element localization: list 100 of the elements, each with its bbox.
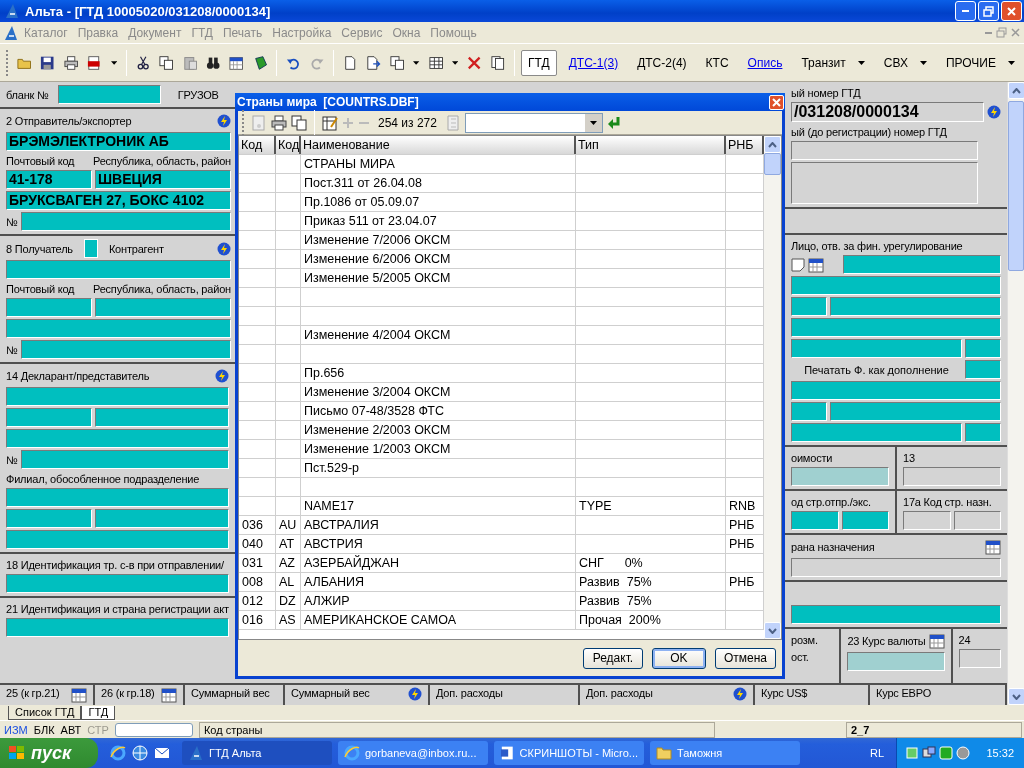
caret-icon[interactable] (110, 60, 117, 65)
column-header[interactable]: Код (276, 136, 301, 154)
input-field[interactable] (791, 467, 889, 486)
export-icon[interactable] (366, 54, 381, 71)
copy-icon[interactable] (291, 114, 307, 131)
copy-icon[interactable] (389, 54, 405, 71)
table-cell[interactable]: 016 (239, 611, 276, 629)
restore-button[interactable] (978, 1, 999, 21)
input-field[interactable] (791, 339, 962, 358)
table-cell[interactable]: Пр.656 (301, 364, 576, 382)
table-cell[interactable]: AZ (276, 554, 301, 572)
input-field[interactable] (791, 297, 827, 316)
input-field[interactable] (95, 298, 231, 317)
table-icon[interactable] (428, 54, 443, 71)
table-cell[interactable]: Пост.311 от 26.04.08 (301, 174, 576, 192)
input-field[interactable] (791, 423, 962, 442)
start-button[interactable]: пуск (0, 738, 98, 768)
sheet-tab[interactable]: Список ГТД (8, 706, 82, 720)
link[interactable]: Опись (740, 49, 790, 76)
column-header[interactable]: Код (239, 136, 276, 154)
dialog-button[interactable]: Редакт. (582, 647, 643, 669)
table-cell[interactable]: АМЕРИКАНСКОЕ САМОА (301, 611, 576, 629)
table-edit-icon[interactable] (322, 114, 338, 131)
input-field[interactable]: 41-178 (6, 170, 92, 189)
delete-icon[interactable] (467, 54, 482, 71)
note-icon[interactable] (791, 257, 805, 272)
input-field[interactable] (57, 85, 161, 104)
minimize-button[interactable] (955, 1, 976, 21)
table-cell[interactable]: Изменение 5/2005 ОКСМ (301, 269, 576, 287)
input-field[interactable] (903, 511, 951, 530)
browser-icon[interactable] (110, 745, 126, 761)
table-cell[interactable]: АЛБАНИЯ (301, 573, 576, 591)
input-field[interactable] (903, 467, 1001, 486)
tray-icon[interactable] (956, 746, 970, 760)
table-cell[interactable]: AT (276, 535, 301, 553)
cut-icon[interactable] (135, 54, 151, 71)
input-field[interactable] (114, 722, 193, 737)
input-field[interactable] (20, 212, 231, 231)
calendar-icon[interactable] (71, 687, 87, 703)
table-cell[interactable]: Изменение 7/2006 ОКСМ (301, 231, 576, 249)
input-field[interactable]: ШВЕЦИЯ (95, 170, 231, 189)
table-cell[interactable]: АЛЖИР (301, 592, 576, 610)
table-cell[interactable]: АВСТРИЯ (301, 535, 576, 553)
table-cell[interactable]: Развив 75% (576, 592, 726, 610)
table-cell[interactable]: Изменение 2/2003 ОКСМ (301, 421, 576, 439)
pages-icon[interactable] (490, 54, 506, 71)
taskbar-button[interactable]: СКРИНШОТЫ - Micro... (494, 741, 644, 765)
input-field[interactable] (958, 649, 1001, 668)
input-field[interactable] (791, 511, 839, 530)
table-cell[interactable]: 008 (239, 573, 276, 591)
new-document-icon[interactable] (343, 54, 358, 71)
tray-icon[interactable] (922, 746, 936, 760)
column-header[interactable]: Наименование (301, 136, 576, 154)
table-cell[interactable]: Изменение 3/2004 ОКСМ (301, 383, 576, 401)
table-cell[interactable]: Развив 75% (576, 573, 726, 591)
input-field[interactable] (6, 260, 231, 279)
input-field[interactable] (830, 297, 1001, 316)
table-cell[interactable]: AU (276, 516, 301, 534)
input-field[interactable] (791, 381, 1001, 400)
toolbar-button[interactable]: СВХ (876, 49, 934, 76)
copy-icon[interactable] (159, 54, 174, 71)
table-cell[interactable]: TYPE (576, 497, 726, 515)
link[interactable]: ДТС-1(3) (561, 49, 626, 76)
input-field[interactable] (965, 360, 1001, 379)
table-cell[interactable]: AL (276, 573, 301, 591)
input-field[interactable] (847, 652, 945, 671)
toolbar-button[interactable]: КТС (698, 49, 736, 76)
search-combo[interactable] (464, 112, 603, 133)
table-cell[interactable]: 012 (239, 592, 276, 610)
lightning-icon[interactable] (216, 114, 231, 128)
table-cell[interactable]: Приказ 511 от 23.04.07 (301, 212, 576, 230)
toolbar-button[interactable]: ПРОЧИЕ (938, 49, 1022, 76)
input-field[interactable] (20, 340, 231, 359)
calendar-icon[interactable] (928, 633, 945, 649)
input-field[interactable] (6, 618, 229, 637)
caret-icon[interactable] (413, 60, 420, 65)
tray-icon[interactable] (939, 746, 953, 760)
scrollbar[interactable] (1007, 82, 1024, 705)
table-cell[interactable]: DZ (276, 592, 301, 610)
toolbar-button[interactable]: ГТД (521, 49, 557, 76)
table-cell[interactable]: 036 (239, 516, 276, 534)
input-field[interactable] (6, 488, 229, 507)
input-field[interactable] (791, 605, 1001, 624)
input-field[interactable] (6, 298, 92, 317)
globe-icon[interactable] (132, 745, 148, 761)
input-field[interactable] (6, 509, 92, 528)
enter-arrow-icon[interactable] (606, 115, 621, 130)
input-field[interactable] (791, 276, 1001, 295)
print-icon[interactable] (271, 114, 287, 131)
minimize-button[interactable] (985, 31, 992, 34)
input-field[interactable] (843, 255, 1001, 274)
scroll-thumb[interactable] (1008, 101, 1024, 271)
input-field[interactable] (791, 318, 1001, 337)
scroll-thumb[interactable] (764, 153, 781, 175)
lightning-icon[interactable] (987, 105, 1001, 119)
table-cell[interactable]: 031 (239, 554, 276, 572)
input-field[interactable] (6, 530, 229, 549)
book-icon[interactable] (252, 54, 268, 71)
toolbar-button[interactable]: Транзит (794, 49, 872, 76)
save-icon[interactable] (40, 54, 55, 71)
